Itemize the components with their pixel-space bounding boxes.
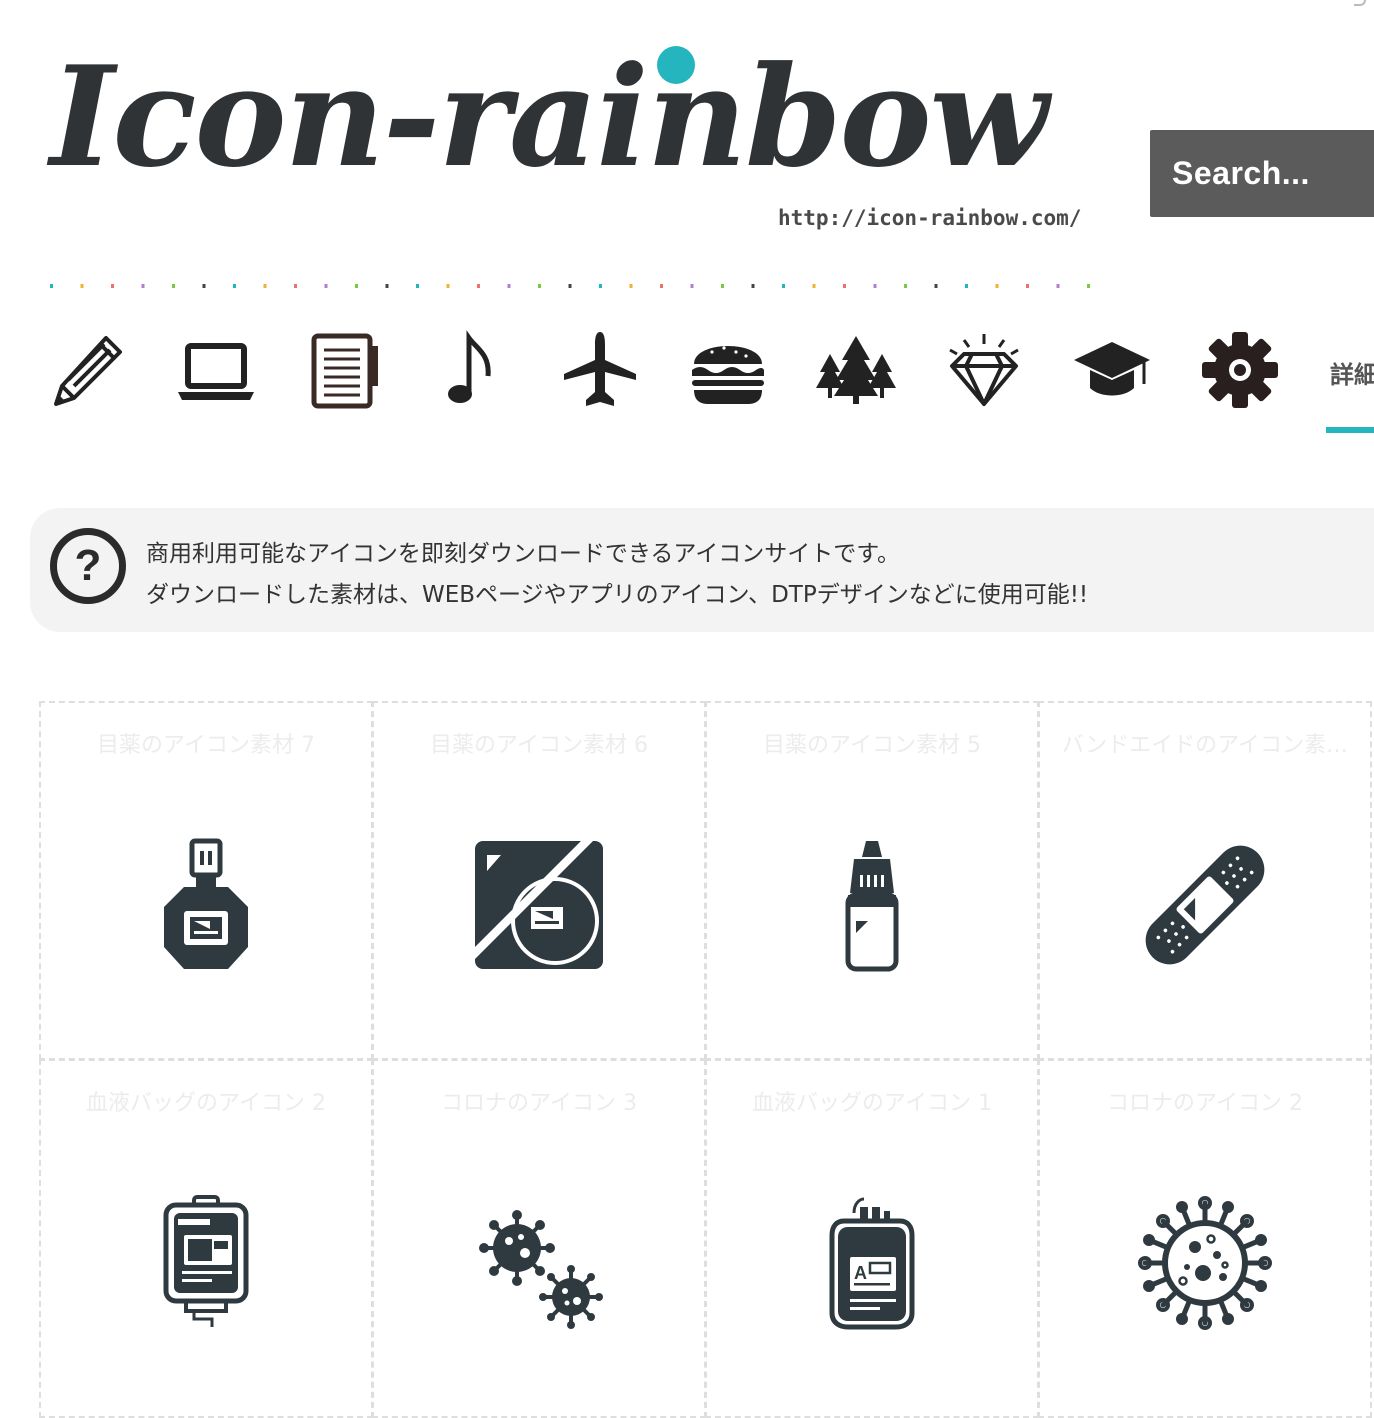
hamburger-icon[interactable] (680, 325, 776, 415)
icon-grid: 目薬のアイコン素材 7 目薬のアイコン素材 6 目薬のアイコン素材 5 バンドエ… (39, 701, 1374, 1418)
gear-icon[interactable] (1192, 325, 1288, 415)
diamond-icon[interactable] (936, 325, 1032, 415)
icon-card-title: 血液バッグのアイコン 2 (86, 1091, 326, 1116)
airplane-icon[interactable] (552, 325, 648, 415)
intro-line-2: ダウンロードした素材は、WEBページやアプリのアイコン、DTPデザインなどに使用… (146, 582, 1089, 608)
icon-card-title: コロナのアイコン 3 (441, 1091, 637, 1116)
icon-card[interactable]: コロナのアイコン 3 (372, 1059, 706, 1418)
nav-detail-link[interactable]: 詳細 (1330, 355, 1374, 390)
nav-active-underline (1326, 427, 1374, 433)
icon-card[interactable]: 血液バッグのアイコン 2 (39, 1059, 373, 1418)
site-logo[interactable]: Icon-rainbow http://icon-rainbow.com/ (40, 22, 1120, 237)
virus-outline-icon[interactable] (1137, 1195, 1273, 1331)
laptop-icon[interactable] (168, 325, 264, 415)
bandage-icon[interactable] (1137, 837, 1273, 973)
eye-drops-bottle-icon[interactable] (804, 837, 940, 973)
graduation-cap-icon[interactable] (1064, 325, 1160, 415)
logo-url: http://icon-rainbow.com/ (778, 206, 1082, 230)
pencil-icon[interactable] (40, 325, 136, 415)
category-nav: 詳細 (40, 325, 1374, 435)
intro-box: ? 商用利用可能なアイコンを即刻ダウンロードできるアイコンサイトです。 ダウンロ… (30, 508, 1374, 632)
icon-card-title: バンドエイドのアイコン素… (1061, 733, 1348, 758)
icon-card[interactable]: 目薬のアイコン素材 7 (39, 701, 373, 1060)
notebook-icon[interactable] (296, 325, 392, 415)
music-note-icon[interactable] (424, 325, 520, 415)
question-icon: ? (50, 528, 126, 604)
rainbow-divider (50, 284, 1110, 288)
logo-dot (657, 46, 695, 84)
corner-icon (1354, 0, 1366, 6)
eye-drops-package-icon[interactable] (471, 837, 607, 973)
icon-card-title: 目薬のアイコン素材 6 (430, 733, 648, 758)
svg-text:A: A (854, 1263, 867, 1283)
trees-icon[interactable] (808, 325, 904, 415)
virus-icon[interactable] (471, 1195, 607, 1331)
logo-wordmark: Icon-rainbow (50, 35, 1048, 198)
icon-card-title: コロナのアイコン 2 (1107, 1091, 1303, 1116)
eye-drops-icon[interactable] (138, 837, 274, 973)
icon-card-title: 血液バッグのアイコン 1 (752, 1091, 992, 1116)
icon-card-title: 目薬のアイコン素材 5 (763, 733, 981, 758)
blood-bag-icon[interactable]: A (804, 1195, 940, 1331)
icon-card[interactable]: 目薬のアイコン素材 5 (705, 701, 1039, 1060)
blood-bag-icon[interactable] (138, 1195, 274, 1331)
icon-card-title: 目薬のアイコン素材 7 (97, 733, 315, 758)
icon-card[interactable]: 目薬のアイコン素材 6 (372, 701, 706, 1060)
search-input[interactable]: Search... (1150, 130, 1374, 217)
icon-card[interactable]: 血液バッグのアイコン 1 A (705, 1059, 1039, 1418)
intro-line-1: 商用利用可能なアイコンを即刻ダウンロードできるアイコンサイトです。 (146, 541, 900, 567)
icon-card[interactable]: バンドエイドのアイコン素… (1038, 701, 1372, 1060)
icon-card[interactable]: コロナのアイコン 2 (1038, 1059, 1372, 1418)
